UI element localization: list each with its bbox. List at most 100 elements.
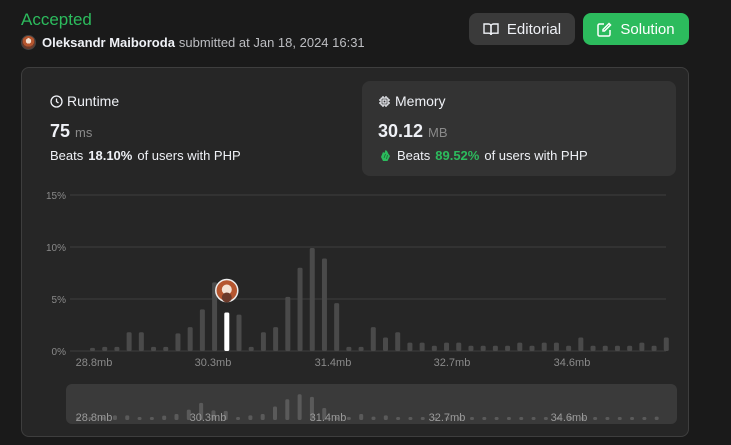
runtime-card[interactable]: Runtime 75 ms Beats 18.10% of users with… (34, 81, 348, 176)
bar (175, 333, 181, 351)
chip-icon (379, 95, 390, 107)
minimap-tick-label: 32.7mb (429, 412, 466, 424)
y-tick-label: 15% (46, 191, 66, 202)
bar (309, 248, 315, 351)
minimap-bar (617, 417, 622, 420)
minimap-bar (236, 417, 241, 420)
runtime-unit: ms (75, 125, 93, 140)
minimap-bar (506, 417, 511, 420)
runtime-value-row: 75 ms (50, 121, 332, 142)
chart-range-slider[interactable]: 28.8mb 30.3mb 31.4mb 32.7mb 34.6mb (66, 384, 677, 424)
y-tick-label: 5% (52, 295, 67, 306)
minimap-bar (420, 417, 425, 420)
minimap-tick-label: 31.4mb (310, 412, 347, 424)
minimap-bar (137, 417, 142, 420)
minimap-bar (273, 406, 277, 420)
minimap-bar (519, 417, 524, 420)
memory-beats-label: Beats (397, 148, 431, 163)
runtime-title-text: Runtime (67, 93, 120, 109)
bar (297, 267, 303, 351)
bar (163, 346, 169, 351)
bar (126, 332, 132, 351)
x-tick-label: 32.7mb (434, 357, 471, 369)
minimap-bar (642, 417, 647, 420)
bar (138, 332, 144, 351)
bar (407, 342, 413, 351)
bar (480, 345, 486, 351)
minimap-bar (149, 417, 154, 420)
clap-icon (381, 149, 390, 161)
solution-label: Solution (620, 20, 675, 38)
minimap-bar (408, 417, 413, 420)
editorial-label: Editorial (506, 20, 562, 38)
bar (602, 345, 608, 351)
minimap-tick-label: 30.3mb (190, 412, 227, 424)
minimap-bar (383, 415, 388, 420)
minimap-bar (371, 416, 376, 420)
minimap-bar (162, 415, 167, 420)
runtime-beats-suffix: of users with PHP (137, 148, 241, 163)
bar (431, 345, 437, 351)
bar (321, 258, 327, 351)
x-tick-label: 34.6mb (554, 357, 591, 369)
minimap-bar (396, 417, 401, 420)
bar (395, 332, 401, 351)
minimap-bar (494, 417, 499, 420)
bar (248, 346, 254, 351)
memory-unit: MB (428, 125, 448, 140)
bar (663, 337, 669, 351)
performance-panel: Runtime 75 ms Beats 18.10% of users with… (21, 67, 689, 437)
minimap-tick-label: 34.6mb (551, 412, 588, 424)
bar (102, 346, 108, 351)
x-tick-label: 30.3mb (195, 357, 232, 369)
memory-title: Memory (378, 93, 660, 109)
bar (553, 342, 559, 351)
runtime-beats-label: Beats (50, 148, 84, 163)
minimap-bar (470, 417, 474, 420)
runtime-title: Runtime (50, 93, 332, 109)
bar (346, 346, 352, 351)
minimap-bar (593, 417, 598, 420)
bar (444, 342, 450, 351)
status-label: Accepted (21, 10, 92, 29)
solution-button[interactable]: Solution (583, 13, 689, 45)
bar (614, 345, 620, 351)
minimap-bar (297, 394, 302, 420)
submission-meta: Oleksandr Maiboroda submitted at Jan 18,… (21, 35, 365, 50)
minimap-bar (346, 417, 351, 420)
submission-header: Accepted Oleksandr Maiboroda submitted a… (21, 10, 691, 60)
runtime-beats: Beats 18.10% of users with PHP (50, 148, 332, 163)
minimap-bar (359, 414, 364, 420)
bar (566, 345, 572, 351)
bar (187, 327, 193, 351)
bar (590, 345, 596, 351)
editorial-button[interactable]: Editorial (469, 13, 575, 45)
user-avatar-marker (215, 278, 239, 303)
minimap-chart: 28.8mb 30.3mb 31.4mb 32.7mb 34.6mb (76, 394, 659, 424)
minimap-bar (248, 415, 253, 420)
y-tick-label: 10% (46, 243, 66, 254)
x-tick-label: 31.4mb (315, 357, 352, 369)
minimap-bar (112, 415, 117, 420)
author-name[interactable]: Oleksandr Maiboroda (42, 35, 175, 50)
minimap-bar (125, 415, 130, 420)
minimap-bar (260, 414, 265, 420)
minimap-bar (605, 417, 610, 420)
memory-distribution-chart[interactable]: 15% 10% 5% 0% 28.8mb 30.3mb 31.4mb 32.7mb 34.6mb (22, 180, 688, 370)
bar (541, 342, 547, 351)
memory-beats-suffix: of users with PHP (484, 148, 588, 163)
x-tick-label: 28.8mb (76, 357, 113, 369)
bar (383, 337, 388, 351)
minimap-bar (174, 414, 179, 420)
bar (456, 342, 462, 351)
minimap-bar (531, 417, 536, 420)
bar (334, 303, 340, 351)
memory-card[interactable]: Memory 30.12 MB Beats 89.52% of users wi… (362, 81, 676, 176)
avatar[interactable] (21, 35, 36, 50)
memory-beats-pct: 89.52% (435, 148, 480, 163)
bar (114, 346, 120, 351)
runtime-value: 75 (50, 121, 71, 141)
clock-icon (50, 94, 63, 108)
bar (370, 327, 376, 351)
bar (151, 346, 157, 351)
